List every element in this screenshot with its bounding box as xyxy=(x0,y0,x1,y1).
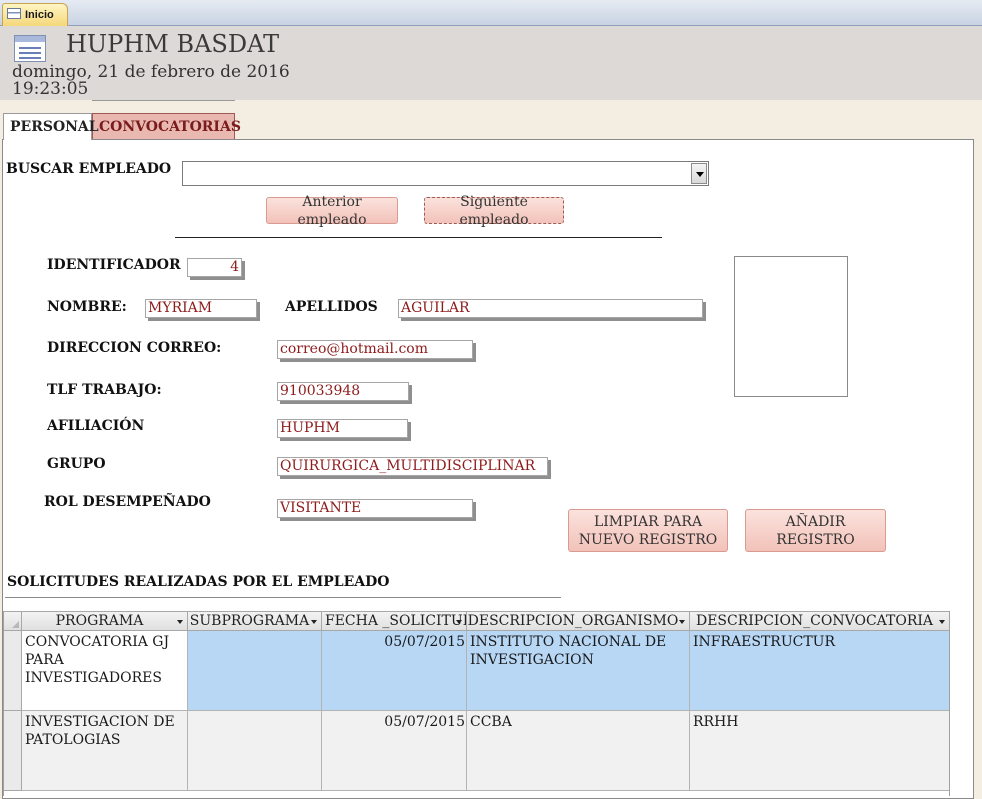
document-tab-strip xyxy=(0,0,982,26)
clear-button-line2: NUEVO REGISTRO xyxy=(578,531,718,548)
group-label: GRUPO xyxy=(47,456,106,472)
add-record-button[interactable]: AÑADIR REGISTRO xyxy=(745,509,886,552)
cell-organismo[interactable]: CCBA xyxy=(467,711,690,791)
cell-organismo[interactable]: INSTITUTO NACIONAL DE INVESTIGACION xyxy=(467,631,690,711)
cell-programa[interactable]: INVESTIGACION DE PATOLOGIAS xyxy=(22,711,188,791)
name-label: NOMBRE: xyxy=(47,299,127,315)
phone-label: TLF TRABAJO: xyxy=(47,382,162,398)
section-divider xyxy=(175,237,662,238)
name-field[interactable]: MYRIAM xyxy=(145,299,257,318)
requests-title: SOLICITUDES REALIZADAS POR EL EMPLEADO xyxy=(7,574,390,590)
sort-arrow-icon[interactable] xyxy=(456,620,462,624)
clear-button-line1: LIMPIAR PARA xyxy=(593,513,703,530)
chevron-down-icon[interactable] xyxy=(691,163,707,184)
form-header: HUPHM BASDAT domingo, 21 de febrero de 2… xyxy=(0,26,982,100)
surname-label: APELLIDOS xyxy=(285,299,378,315)
email-label: DIRECCION CORREO: xyxy=(47,340,222,356)
select-all-corner[interactable] xyxy=(4,611,22,631)
document-tab-inicio[interactable]: Inicio xyxy=(2,3,68,26)
column-header-programa[interactable]: PROGRAMA xyxy=(22,611,188,631)
row-selector[interactable] xyxy=(4,631,22,711)
next-employee-button[interactable]: Siguiente empleado xyxy=(424,194,564,228)
header-time: 19:23:05 xyxy=(12,79,89,99)
column-header-organismo[interactable]: DESCRIPCION_ORGANISMO xyxy=(467,611,690,631)
prev-employee-button[interactable]: Anterior empleado xyxy=(266,194,398,228)
tab-personal[interactable]: PERSONAL xyxy=(3,113,99,140)
cell-convocatoria[interactable]: RRHH xyxy=(690,711,949,791)
identifier-label: IDENTIFICADOR xyxy=(47,257,181,273)
tab-convocatorias[interactable]: CONVOCATORIAS xyxy=(92,113,241,140)
cell-fecha[interactable]: 05/07/2015 xyxy=(322,711,467,791)
cell-convocatoria[interactable]: INFRAESTRUCTUR xyxy=(690,631,949,711)
column-header-subprograma[interactable]: SUBPROGRAMA xyxy=(188,611,322,631)
phone-field[interactable]: 910033948 xyxy=(277,382,409,401)
clear-new-record-button[interactable]: LIMPIAR PARA NUEVO REGISTRO xyxy=(568,509,728,552)
affiliation-label: AFILIACIÓN xyxy=(47,418,145,434)
form-icon xyxy=(14,35,46,62)
requests-datasheet: PROGRAMA SUBPROGRAMA FECHA _SOLICITUD DE… xyxy=(3,611,950,796)
requests-divider xyxy=(5,597,561,598)
cell-fecha[interactable]: 05/07/2015 xyxy=(322,631,467,711)
column-header-convocatoria[interactable]: DESCRIPCION_CONVOCATORIA xyxy=(690,611,949,631)
search-label: BUSCAR EMPLEADO xyxy=(6,161,172,177)
sort-arrow-icon[interactable] xyxy=(177,620,183,624)
identifier-field[interactable]: 4 xyxy=(187,258,242,277)
cell-programa[interactable]: CONVOCATORIA GJ PARA INVESTIGADORES xyxy=(22,631,188,711)
group-field[interactable]: QUIRURGICA_MULTIDISCIPLINAR xyxy=(277,457,548,476)
role-label: ROL DESEMPEÑADO xyxy=(44,494,211,510)
sort-arrow-icon[interactable] xyxy=(939,620,945,624)
role-field[interactable]: VISITANTE xyxy=(277,499,473,518)
form-icon xyxy=(7,8,21,19)
search-employee-combobox[interactable] xyxy=(182,161,709,186)
surname-field[interactable]: AGUILAR xyxy=(398,299,703,318)
document-tab-label: Inicio xyxy=(25,9,54,21)
column-header-fecha[interactable]: FECHA _SOLICITUD xyxy=(322,611,467,631)
row-selector[interactable] xyxy=(4,711,22,791)
cell-subprograma[interactable] xyxy=(188,631,322,711)
affiliation-field[interactable]: HUPHM xyxy=(277,419,408,438)
cell-subprograma[interactable] xyxy=(188,711,322,791)
employee-photo xyxy=(734,256,848,397)
app-title: HUPHM BASDAT xyxy=(66,30,280,58)
sort-arrow-icon[interactable] xyxy=(679,620,685,624)
sort-arrow-icon[interactable] xyxy=(311,620,317,624)
header-divider xyxy=(92,100,235,102)
email-field[interactable]: correo@hotmail.com xyxy=(277,340,473,359)
